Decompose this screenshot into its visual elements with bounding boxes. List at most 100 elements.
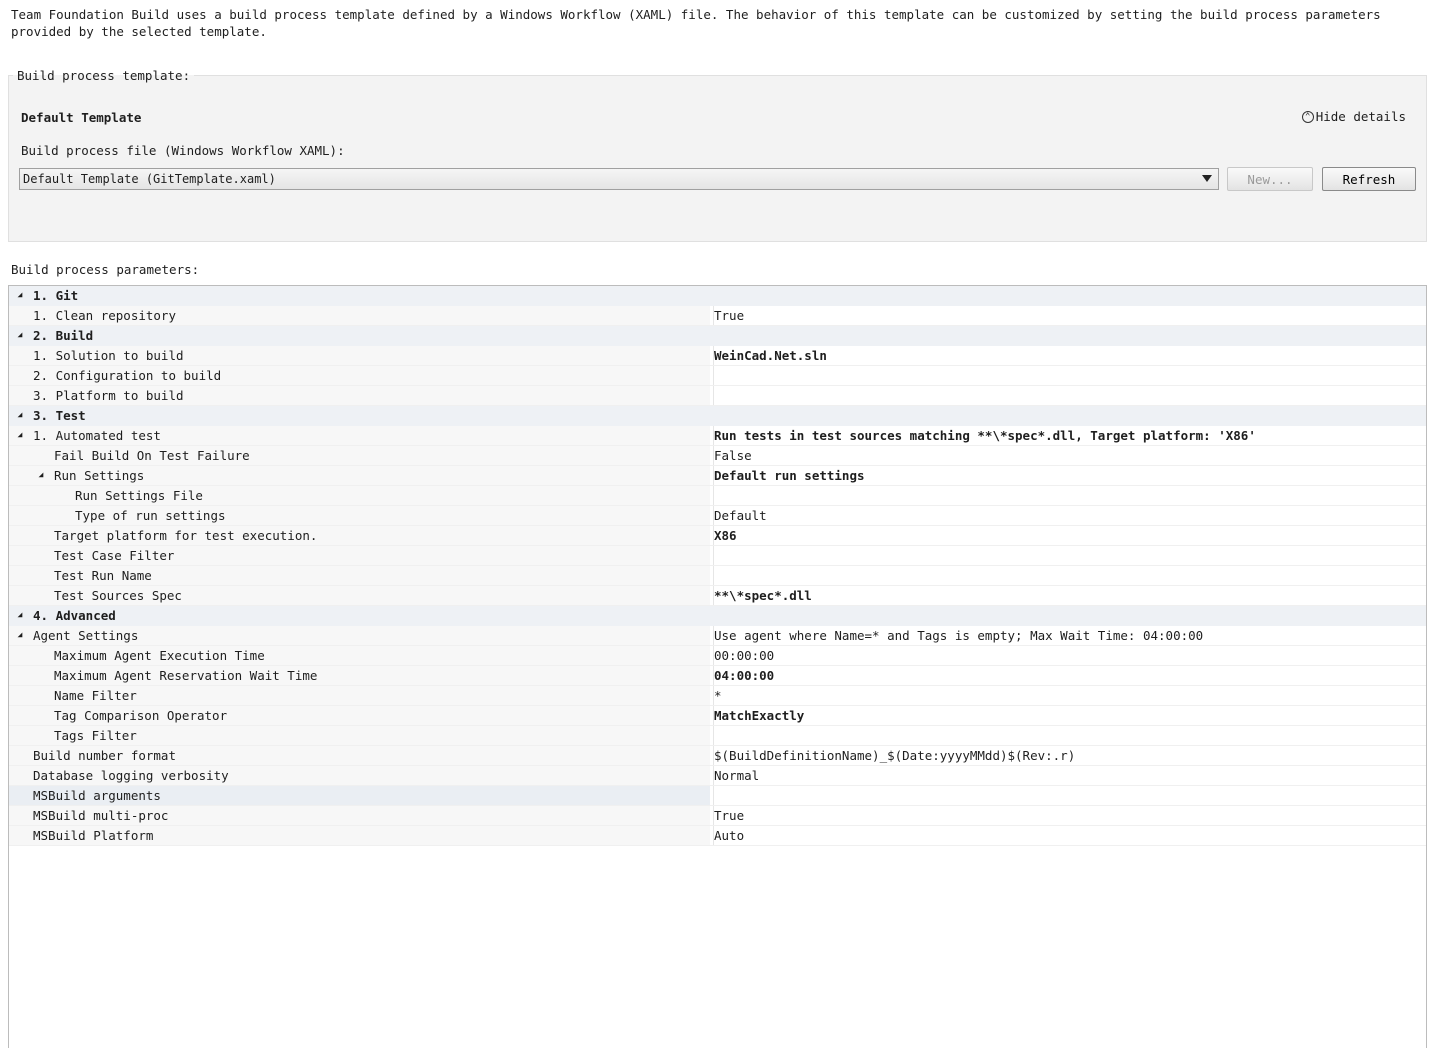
property-value[interactable]: X86 — [713, 526, 737, 545]
property-row[interactable]: ◢ Run Settings Default run settings — [9, 466, 1426, 486]
property-name-cell: ◢ Run Settings — [9, 466, 710, 485]
property-row[interactable]: Maximum Agent Execution Time 00:00:00 — [9, 646, 1426, 666]
refresh-button[interactable]: Refresh — [1322, 167, 1416, 191]
expand-collapse-icon[interactable]: ◢ — [16, 287, 25, 304]
property-name: Test Case Filter — [54, 548, 175, 563]
property-value[interactable] — [713, 566, 714, 585]
property-row[interactable]: Maximum Agent Reservation Wait Time 04:00… — [9, 666, 1426, 686]
category-row[interactable]: ◢ 3. Test — [9, 406, 1426, 426]
property-name: 3. Platform to build — [33, 388, 184, 403]
property-value[interactable]: True — [713, 806, 744, 825]
hide-details-label: Hide details — [1315, 109, 1406, 124]
intro-text: Team Foundation Build uses a build proce… — [11, 7, 1389, 39]
property-name-cell: Fail Build On Test Failure — [9, 446, 710, 465]
property-value[interactable] — [713, 366, 714, 385]
property-row[interactable]: Target platform for test execution. X86 — [9, 526, 1426, 546]
property-name-cell: Maximum Agent Execution Time — [9, 646, 710, 665]
property-name-cell: MSBuild arguments — [9, 786, 710, 805]
new-button[interactable]: New... — [1227, 167, 1313, 191]
property-value[interactable] — [713, 386, 714, 405]
build-process-file-dropdown[interactable]: Default Template (GitTemplate.xaml) — [19, 168, 1219, 190]
property-name: Test Sources Spec — [54, 588, 182, 603]
property-row[interactable]: Test Run Name — [9, 566, 1426, 586]
property-name: Run Settings — [54, 468, 145, 483]
property-row[interactable]: MSBuild multi-proc True — [9, 806, 1426, 826]
property-row[interactable]: 1. Solution to build WeinCad.Net.sln — [9, 346, 1426, 366]
property-value[interactable]: 04:00:00 — [713, 666, 774, 685]
property-value[interactable]: Auto — [713, 826, 744, 845]
property-name-cell: ◢ 4. Advanced — [9, 606, 1426, 625]
property-row[interactable]: 3. Platform to build — [9, 386, 1426, 406]
property-value[interactable]: 00:00:00 — [713, 646, 774, 665]
expand-collapse-icon[interactable]: ◢ — [16, 327, 25, 344]
property-name-cell: 3. Platform to build — [9, 386, 710, 405]
property-row[interactable]: ◢ Agent Settings Use agent where Name=* an… — [9, 626, 1426, 646]
category-row[interactable]: ◢ 2. Build — [9, 326, 1426, 346]
property-value[interactable]: WeinCad.Net.sln — [713, 346, 827, 365]
property-value[interactable]: $(BuildDefinitionName)_$(Date:yyyyMMdd)$… — [713, 746, 1075, 765]
property-row[interactable]: Run Settings File — [9, 486, 1426, 506]
category-row[interactable]: ◢ 1. Git — [9, 286, 1426, 306]
property-name: 1. Git — [33, 288, 79, 303]
property-value[interactable] — [713, 486, 714, 505]
dropdown-arrow-icon — [1202, 175, 1212, 182]
property-name: MSBuild arguments — [33, 788, 161, 803]
property-name: 1. Automated test — [33, 428, 161, 443]
property-row[interactable]: Fail Build On Test Failure False — [9, 446, 1426, 466]
property-row[interactable]: MSBuild Platform Auto — [9, 826, 1426, 846]
template-name: Default Template — [21, 110, 142, 125]
property-row[interactable]: 2. Configuration to build — [9, 366, 1426, 386]
hide-details-link[interactable]: ⌃ Hide details — [1301, 109, 1406, 124]
expand-collapse-icon[interactable]: ◢ — [16, 427, 25, 444]
property-value[interactable]: False — [713, 446, 752, 465]
property-row[interactable]: Tag Comparison Operator MatchExactly — [9, 706, 1426, 726]
expand-collapse-icon[interactable]: ◢ — [16, 407, 25, 424]
property-row[interactable]: Tags Filter — [9, 726, 1426, 746]
property-value[interactable]: Use agent where Name=* and Tags is empty… — [713, 626, 1203, 645]
property-value[interactable] — [713, 546, 714, 565]
parameters-property-grid[interactable]: ◢ 1. Git 1. Clean repository True ◢ 2. Build 1… — [8, 285, 1427, 1048]
property-value[interactable] — [713, 726, 714, 745]
property-value[interactable]: **\*spec*.dll — [713, 586, 812, 605]
property-row[interactable]: Type of run settings Default — [9, 506, 1426, 526]
property-row[interactable]: ◢ 1. Automated test Run tests in test sour… — [9, 426, 1426, 446]
property-value[interactable]: MatchExactly — [713, 706, 804, 725]
property-name-cell: Target platform for test execution. — [9, 526, 710, 545]
build-process-template-group: Build process template: Default Template… — [8, 68, 1427, 242]
category-row[interactable]: ◢ 4. Advanced — [9, 606, 1426, 626]
property-name: Tag Comparison Operator — [54, 708, 228, 723]
property-row[interactable]: MSBuild arguments — [9, 786, 1426, 806]
property-value[interactable]: Run tests in test sources matching **\*s… — [713, 426, 1256, 445]
property-name: MSBuild multi-proc — [33, 808, 169, 823]
property-value[interactable] — [713, 786, 714, 805]
property-row[interactable]: Name Filter * — [9, 686, 1426, 706]
property-row[interactable]: Build number format $(BuildDefinitionName… — [9, 746, 1426, 766]
property-name-cell: ◢ 1. Automated test — [9, 426, 710, 445]
template-group-legend: Build process template: — [17, 68, 191, 83]
property-name: Target platform for test execution. — [54, 528, 318, 543]
property-row[interactable]: Database logging verbosity Normal — [9, 766, 1426, 786]
property-name: 1. Solution to build — [33, 348, 184, 363]
property-row[interactable]: Test Case Filter — [9, 546, 1426, 566]
property-name: 2. Build — [33, 328, 94, 343]
property-name-cell: Test Run Name — [9, 566, 710, 585]
property-value[interactable]: * — [713, 686, 722, 705]
property-row[interactable]: Test Sources Spec **\*spec*.dll — [9, 586, 1426, 606]
property-value[interactable]: Default run settings — [713, 466, 865, 485]
property-value[interactable]: Default — [713, 506, 767, 525]
property-name: Build number format — [33, 748, 176, 763]
build-process-file-label: Build process file (Windows Workflow XAM… — [21, 143, 345, 158]
property-value[interactable]: True — [713, 306, 744, 325]
property-name: Maximum Agent Execution Time — [54, 648, 265, 663]
expand-collapse-icon[interactable]: ◢ — [16, 607, 25, 624]
build-process-parameters-label: Build process parameters: — [11, 262, 200, 277]
property-name-cell: Test Case Filter — [9, 546, 710, 565]
property-row[interactable]: 1. Clean repository True — [9, 306, 1426, 326]
property-name-cell: ◢ Agent Settings — [9, 626, 710, 645]
expand-collapse-icon[interactable]: ◢ — [37, 467, 46, 484]
property-name: 1. Clean repository — [33, 308, 176, 323]
property-name-cell: Type of run settings — [9, 506, 710, 525]
expand-collapse-icon[interactable]: ◢ — [16, 627, 25, 644]
property-name-cell: 1. Clean repository — [9, 306, 710, 325]
property-value[interactable]: Normal — [713, 766, 759, 785]
